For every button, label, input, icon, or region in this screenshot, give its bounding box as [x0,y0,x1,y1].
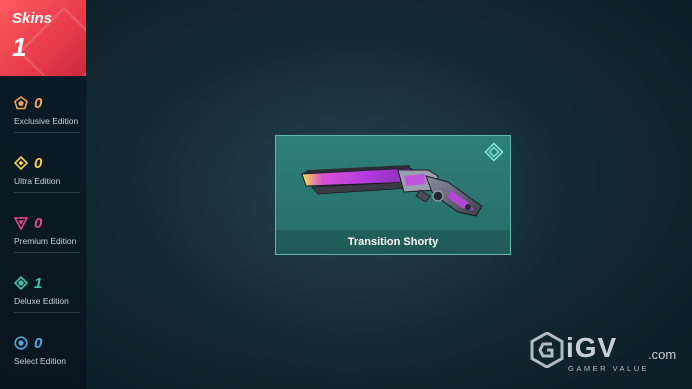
edition-count: 0 [34,154,43,172]
edition-label: Select Edition [14,356,66,366]
skins-summary-card: Skins 1 [0,0,86,76]
shotgun-image [301,165,483,217]
gem-icon [14,276,28,290]
triangle-icon [14,217,28,230]
skins-title: Skins [12,10,53,27]
skin-card[interactable]: Transition Shorty [275,135,511,255]
edition-label: Deluxe Edition [14,296,69,306]
diamond-icon [14,156,28,170]
edition-label: Premium Edition [14,236,77,246]
igv-watermark: iGV .com GAMER VALUE [528,332,688,382]
watermark-sub: GAMER VALUE [568,364,650,373]
edition-count: 0 [34,94,43,112]
edition-select[interactable]: 0 Select Edition [14,334,84,384]
edition-count: 1 [34,274,43,292]
edition-count: 0 [34,214,43,232]
edition-premium[interactable]: 0 Premium Edition [14,214,84,264]
edition-exclusive[interactable]: 0 Exclusive Edition [14,94,84,144]
igv-logo-icon [530,332,564,368]
edition-count: 0 [34,334,43,352]
deluxe-gem-icon [484,142,504,162]
edition-deluxe[interactable]: 1 Deluxe Edition [14,274,84,324]
circle-icon [14,336,28,350]
edition-label: Exclusive Edition [14,116,79,126]
watermark-suffix: .com [648,347,677,362]
edition-label: Ultra Edition [14,176,61,186]
watermark-main: iGV [566,332,618,363]
pentagon-icon [14,96,28,110]
skins-count: 1 [12,32,27,62]
skin-name: Transition Shorty [347,236,439,248]
sidebar: Skins 1 0 Exclusive Edition 0 Ultra Edit… [0,0,86,389]
edition-ultra[interactable]: 0 Ultra Edition [14,154,84,204]
